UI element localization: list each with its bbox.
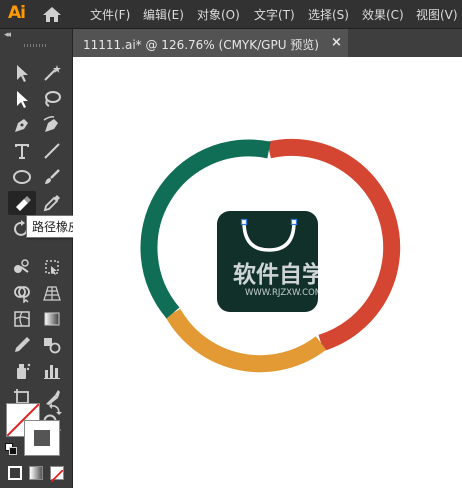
default-fill-stroke-icon[interactable] <box>5 443 17 455</box>
watermark-url: WWW.RJZXW.COM <box>245 288 322 298</box>
gradient-mode-button[interactable] <box>29 466 43 480</box>
menu-type[interactable]: 文字(T) <box>254 6 295 23</box>
paintbrush-tool-icon[interactable] <box>40 166 64 188</box>
menu-edit[interactable]: 编辑(E) <box>143 6 184 23</box>
direct-selection-tool-icon[interactable] <box>10 88 34 110</box>
free-transform-tool-icon[interactable] <box>40 256 64 278</box>
selection-tool-icon[interactable] <box>10 62 34 84</box>
artboard-canvas[interactable]: 软件自学网 WWW.RJZXW.COM <box>73 57 462 488</box>
menu-file[interactable]: 文件(F) <box>90 6 130 23</box>
ring-segment-orange[interactable] <box>165 308 327 373</box>
magic-wand-tool-icon[interactable] <box>40 62 64 84</box>
document-tab-bar: 11111.ai* @ 126.76% (CMYK/GPU 预览) × <box>73 29 462 57</box>
stroke-swatch-inner <box>34 430 50 446</box>
gradient-tool-icon[interactable] <box>40 308 64 330</box>
menu-object[interactable]: 对象(O) <box>197 6 240 23</box>
document-tab-title: 11111.ai* @ 126.76% (CMYK/GPU 预览) <box>83 38 319 52</box>
curvature-tool-icon[interactable] <box>40 114 64 136</box>
close-icon[interactable]: × <box>331 35 342 50</box>
panel-grip[interactable] <box>24 44 48 47</box>
symbol-sprayer-tool-icon[interactable] <box>10 360 34 382</box>
menu-select[interactable]: 选择(S) <box>308 6 349 23</box>
mesh-tool-icon[interactable] <box>10 308 34 330</box>
perspective-grid-tool-icon[interactable] <box>40 282 64 304</box>
shape-builder-tool-icon[interactable] <box>10 282 34 304</box>
home-icon[interactable] <box>42 5 62 23</box>
menu-bar: Ai 文件(F) 编辑(E) 对象(O) 文字(T) 选择(S) 效果(C) 视… <box>0 0 462 29</box>
eyedropper-tool-icon[interactable] <box>40 192 64 214</box>
lasso-tool-icon[interactable] <box>40 88 64 110</box>
column-graph-tool-icon[interactable] <box>40 360 64 382</box>
type-tool-icon[interactable] <box>10 140 34 162</box>
watermark-title: 软件自学网 <box>233 261 348 288</box>
ellipse-tool-icon[interactable] <box>10 166 34 188</box>
pen-tool-icon[interactable] <box>10 114 34 136</box>
line-tool-icon[interactable] <box>40 140 64 162</box>
menu-effect[interactable]: 效果(C) <box>362 6 404 23</box>
eyedropper-tool-2-icon[interactable] <box>10 334 34 356</box>
menu-view[interactable]: 视图(V) <box>416 6 458 23</box>
artwork: 软件自学网 WWW.RJZXW.COM <box>140 138 401 373</box>
collapse-panel-icon[interactable]: ◂◂ <box>4 30 11 40</box>
document-tab[interactable]: 11111.ai* @ 126.76% (CMYK/GPU 预览) × <box>73 29 348 57</box>
color-mode-button[interactable] <box>8 466 22 480</box>
app-logo: Ai <box>8 3 26 23</box>
path-eraser-tool-icon[interactable] <box>8 191 36 215</box>
anchor-point-icon[interactable] <box>240 218 248 226</box>
tools-panel: ◂◂ <box>0 29 123 488</box>
stroke-swatch[interactable] <box>24 420 60 456</box>
anchor-point-icon[interactable] <box>290 218 298 226</box>
none-mode-button[interactable] <box>50 466 64 483</box>
blend-tool-icon[interactable] <box>40 334 64 356</box>
puppet-warp-tool-icon[interactable] <box>10 256 34 278</box>
swap-fill-stroke-icon[interactable] <box>48 402 62 416</box>
